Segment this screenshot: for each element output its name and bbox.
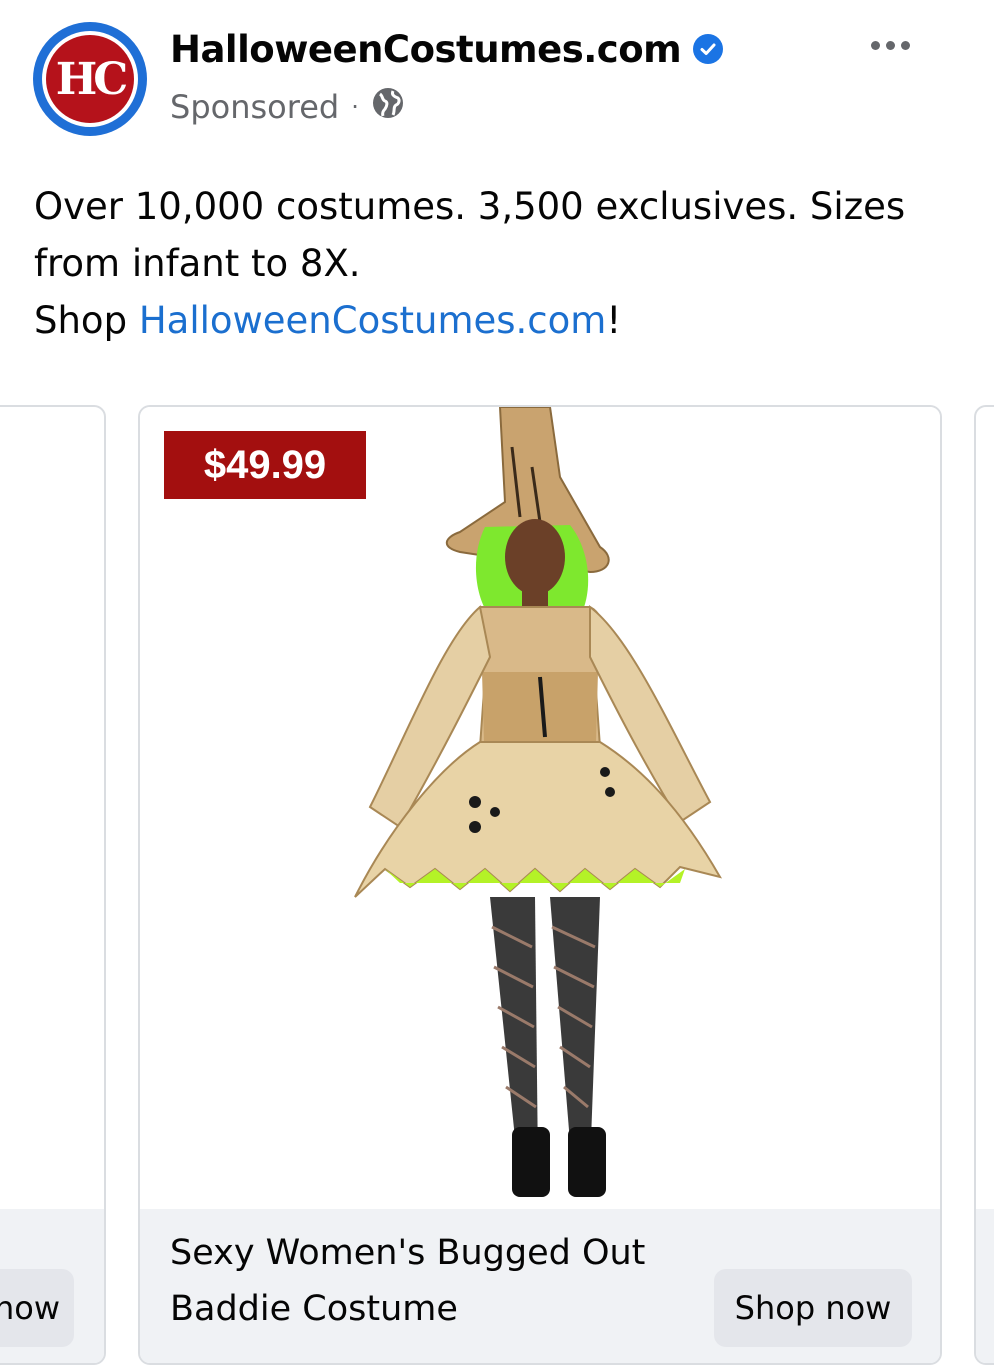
price-tag: $49.99 xyxy=(164,431,366,499)
caption-shop-prefix: Shop xyxy=(34,299,139,342)
page-avatar[interactable]: HC xyxy=(33,22,147,136)
more-options-icon[interactable] xyxy=(862,30,918,60)
product-title[interactable]: Sexy Women's Bugged Out Baddie Costume xyxy=(170,1225,690,1337)
post-caption: Over 10,000 costumes. 3,500 exclusives. … xyxy=(34,178,979,349)
post-meta: Sponsored · xyxy=(170,86,405,128)
sponsored-label[interactable]: Sponsored xyxy=(170,88,339,126)
shop-now-button-previous[interactable]: now xyxy=(0,1269,74,1347)
avatar-ring: HC xyxy=(42,31,138,127)
card-footer xyxy=(976,1209,994,1363)
carousel-card-previous[interactable]: now xyxy=(0,405,106,1365)
meta-separator: · xyxy=(351,93,359,121)
shop-now-label-partial: now xyxy=(0,1289,60,1327)
more-dot xyxy=(900,40,910,50)
globe-icon[interactable] xyxy=(371,86,405,128)
carousel-card-main[interactable]: $49.99 Sexy Women's Bugged Out Baddie Co… xyxy=(138,405,942,1365)
page-name-row: HalloweenCostumes.com xyxy=(170,22,724,76)
caption-link[interactable]: HalloweenCostumes.com xyxy=(139,299,607,342)
avatar-logo: HC xyxy=(46,35,134,123)
page-name-link[interactable]: HalloweenCostumes.com xyxy=(170,28,682,71)
caption-line-1: Over 10,000 costumes. 3,500 exclusives. … xyxy=(34,185,906,285)
more-dot xyxy=(870,40,880,50)
product-image[interactable] xyxy=(140,407,940,1207)
more-dot xyxy=(885,40,895,50)
caption-suffix: ! xyxy=(606,299,622,342)
verified-badge-icon xyxy=(693,34,724,64)
caption-line-2: Shop HalloweenCostumes.com! xyxy=(34,292,979,349)
shop-now-button[interactable]: Shop now xyxy=(714,1269,912,1347)
carousel-card-next[interactable] xyxy=(974,405,994,1365)
